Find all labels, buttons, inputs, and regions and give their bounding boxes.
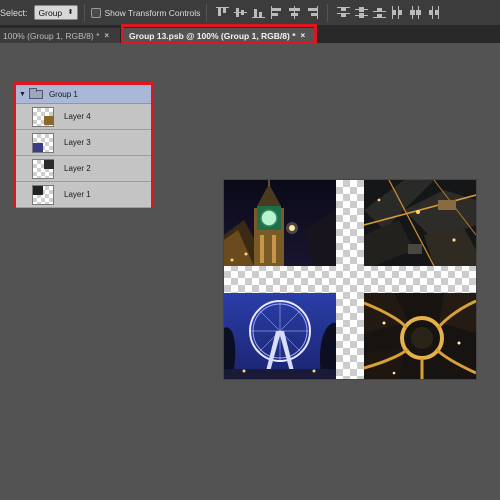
layer-thumbnail: [32, 158, 54, 179]
document-canvas[interactable]: [224, 180, 476, 379]
auto-select-value: Group: [38, 7, 63, 18]
photo-city-aerial: [364, 180, 476, 266]
distribute-vcenter-icon[interactable]: [354, 5, 369, 20]
tab-label: 100% (Group 1, RGB/8) *: [3, 30, 100, 41]
distribute-left-icon[interactable]: [390, 5, 405, 20]
distribute-bottom-icon[interactable]: [372, 5, 387, 20]
layer-row-2[interactable]: Layer 2: [16, 156, 151, 182]
distribute-hcenter-icon[interactable]: [408, 5, 423, 20]
dropdown-arrow-icon: ⬍: [67, 9, 74, 16]
layer-row-1[interactable]: Layer 1: [16, 182, 151, 208]
layer-group-row[interactable]: ▼ Group 1: [16, 85, 151, 104]
auto-select-dropdown[interactable]: Group ⬍: [33, 5, 78, 20]
align-vcenter-icon[interactable]: [233, 5, 248, 20]
group-name: Group 1: [48, 89, 78, 99]
layer-thumbnail: [32, 132, 54, 153]
options-bar: Select: Group ⬍ Show Transform Controls: [0, 0, 500, 26]
align-right-icon[interactable]: [305, 5, 320, 20]
layer-name: Layer 2: [64, 164, 91, 173]
layers-panel: ▼ Group 1 Layer 4 Layer 3 Layer 2 Layer …: [13, 82, 154, 208]
show-transform-checkbox[interactable]: [90, 7, 101, 18]
distribute-top-icon[interactable]: [336, 5, 351, 20]
align-bottom-icon[interactable]: [251, 5, 266, 20]
select-label: Select:: [0, 7, 28, 18]
layer-row-3[interactable]: Layer 3: [16, 130, 151, 156]
folder-icon: [28, 87, 43, 99]
layer-name: Layer 1: [64, 190, 91, 199]
align-left-icon[interactable]: [269, 5, 284, 20]
divider: [206, 3, 208, 22]
tab-document-1[interactable]: 100% (Group 1, RGB/8) * ×: [0, 28, 121, 43]
align-hcenter-icon[interactable]: [287, 5, 302, 20]
photo-roundabout: [364, 293, 476, 379]
layer-name: Layer 3: [64, 138, 91, 147]
align-top-icon[interactable]: [215, 5, 230, 20]
expand-triangle-icon[interactable]: ▼: [19, 91, 26, 98]
tab-highlight-box: [121, 24, 317, 44]
photo-london-eye: [224, 293, 336, 379]
divider: [83, 3, 85, 22]
layer-row-4[interactable]: Layer 4: [16, 104, 151, 130]
layer-name: Layer 4: [64, 112, 91, 121]
close-icon[interactable]: ×: [104, 31, 109, 40]
divider: [327, 3, 329, 22]
distribute-right-icon[interactable]: [426, 5, 441, 20]
photo-big-ben: [224, 180, 336, 266]
layer-thumbnail: [32, 106, 54, 127]
layer-thumbnail: [32, 184, 54, 205]
show-transform-label: Show Transform Controls: [104, 7, 201, 18]
